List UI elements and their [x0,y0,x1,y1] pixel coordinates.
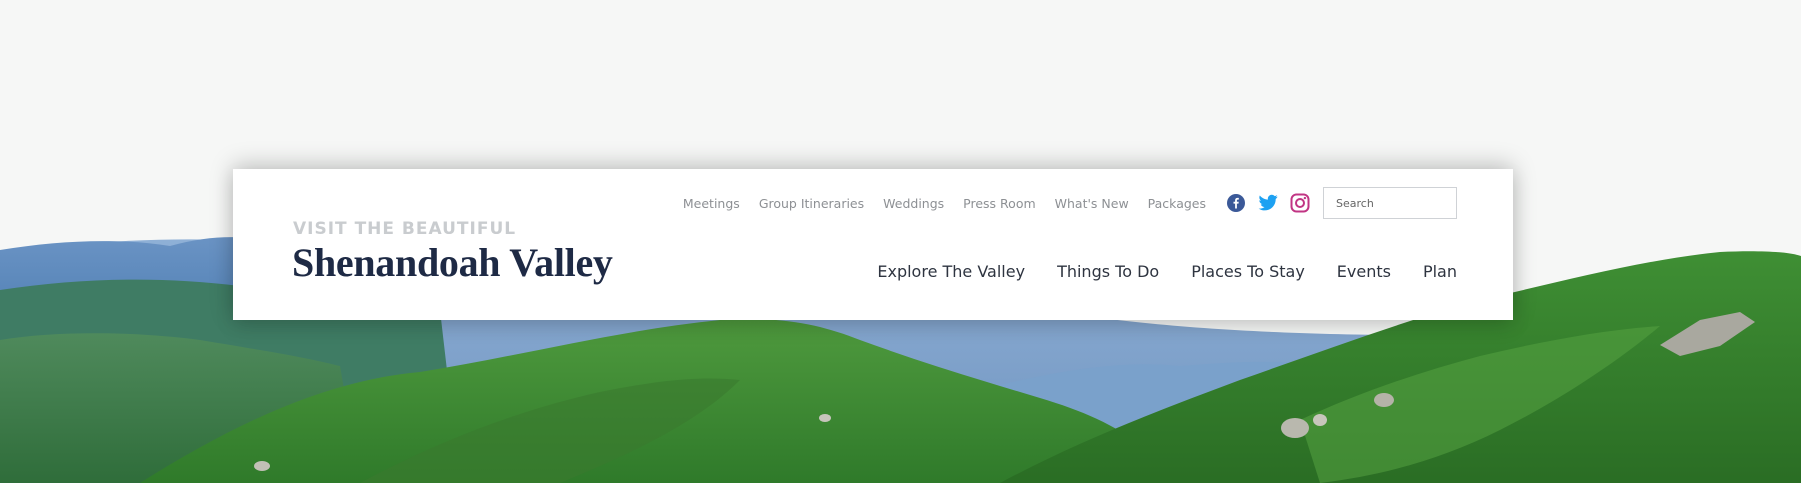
nav-events[interactable]: Events [1337,262,1391,281]
utility-nav: Meetings Group Itineraries Weddings Pres… [683,186,1457,220]
logo-wordmark[interactable]: Shenandoah Valley [292,239,613,286]
utility-link-whats-new[interactable]: What's New [1055,196,1129,211]
nav-plan[interactable]: Plan [1423,262,1457,281]
utility-link-weddings[interactable]: Weddings [883,196,944,211]
logo-tagline: VISIT THE BEAUTIFUL [293,219,517,239]
site-header: VISIT THE BEAUTIFUL Shenandoah Valley Me… [233,169,1513,320]
main-nav: Explore The Valley Things To Do Places T… [845,262,1457,281]
search-input[interactable] [1323,187,1457,219]
utility-link-group-itineraries[interactable]: Group Itineraries [759,196,864,211]
nav-things-to-do[interactable]: Things To Do [1057,262,1159,281]
utility-link-packages[interactable]: Packages [1148,196,1206,211]
twitter-icon[interactable] [1257,192,1279,214]
nav-places-to-stay[interactable]: Places To Stay [1191,262,1305,281]
instagram-icon[interactable] [1289,192,1311,214]
utility-link-meetings[interactable]: Meetings [683,196,740,211]
nav-explore-the-valley[interactable]: Explore The Valley [877,262,1025,281]
facebook-icon[interactable] [1225,192,1247,214]
utility-link-press-room[interactable]: Press Room [963,196,1035,211]
